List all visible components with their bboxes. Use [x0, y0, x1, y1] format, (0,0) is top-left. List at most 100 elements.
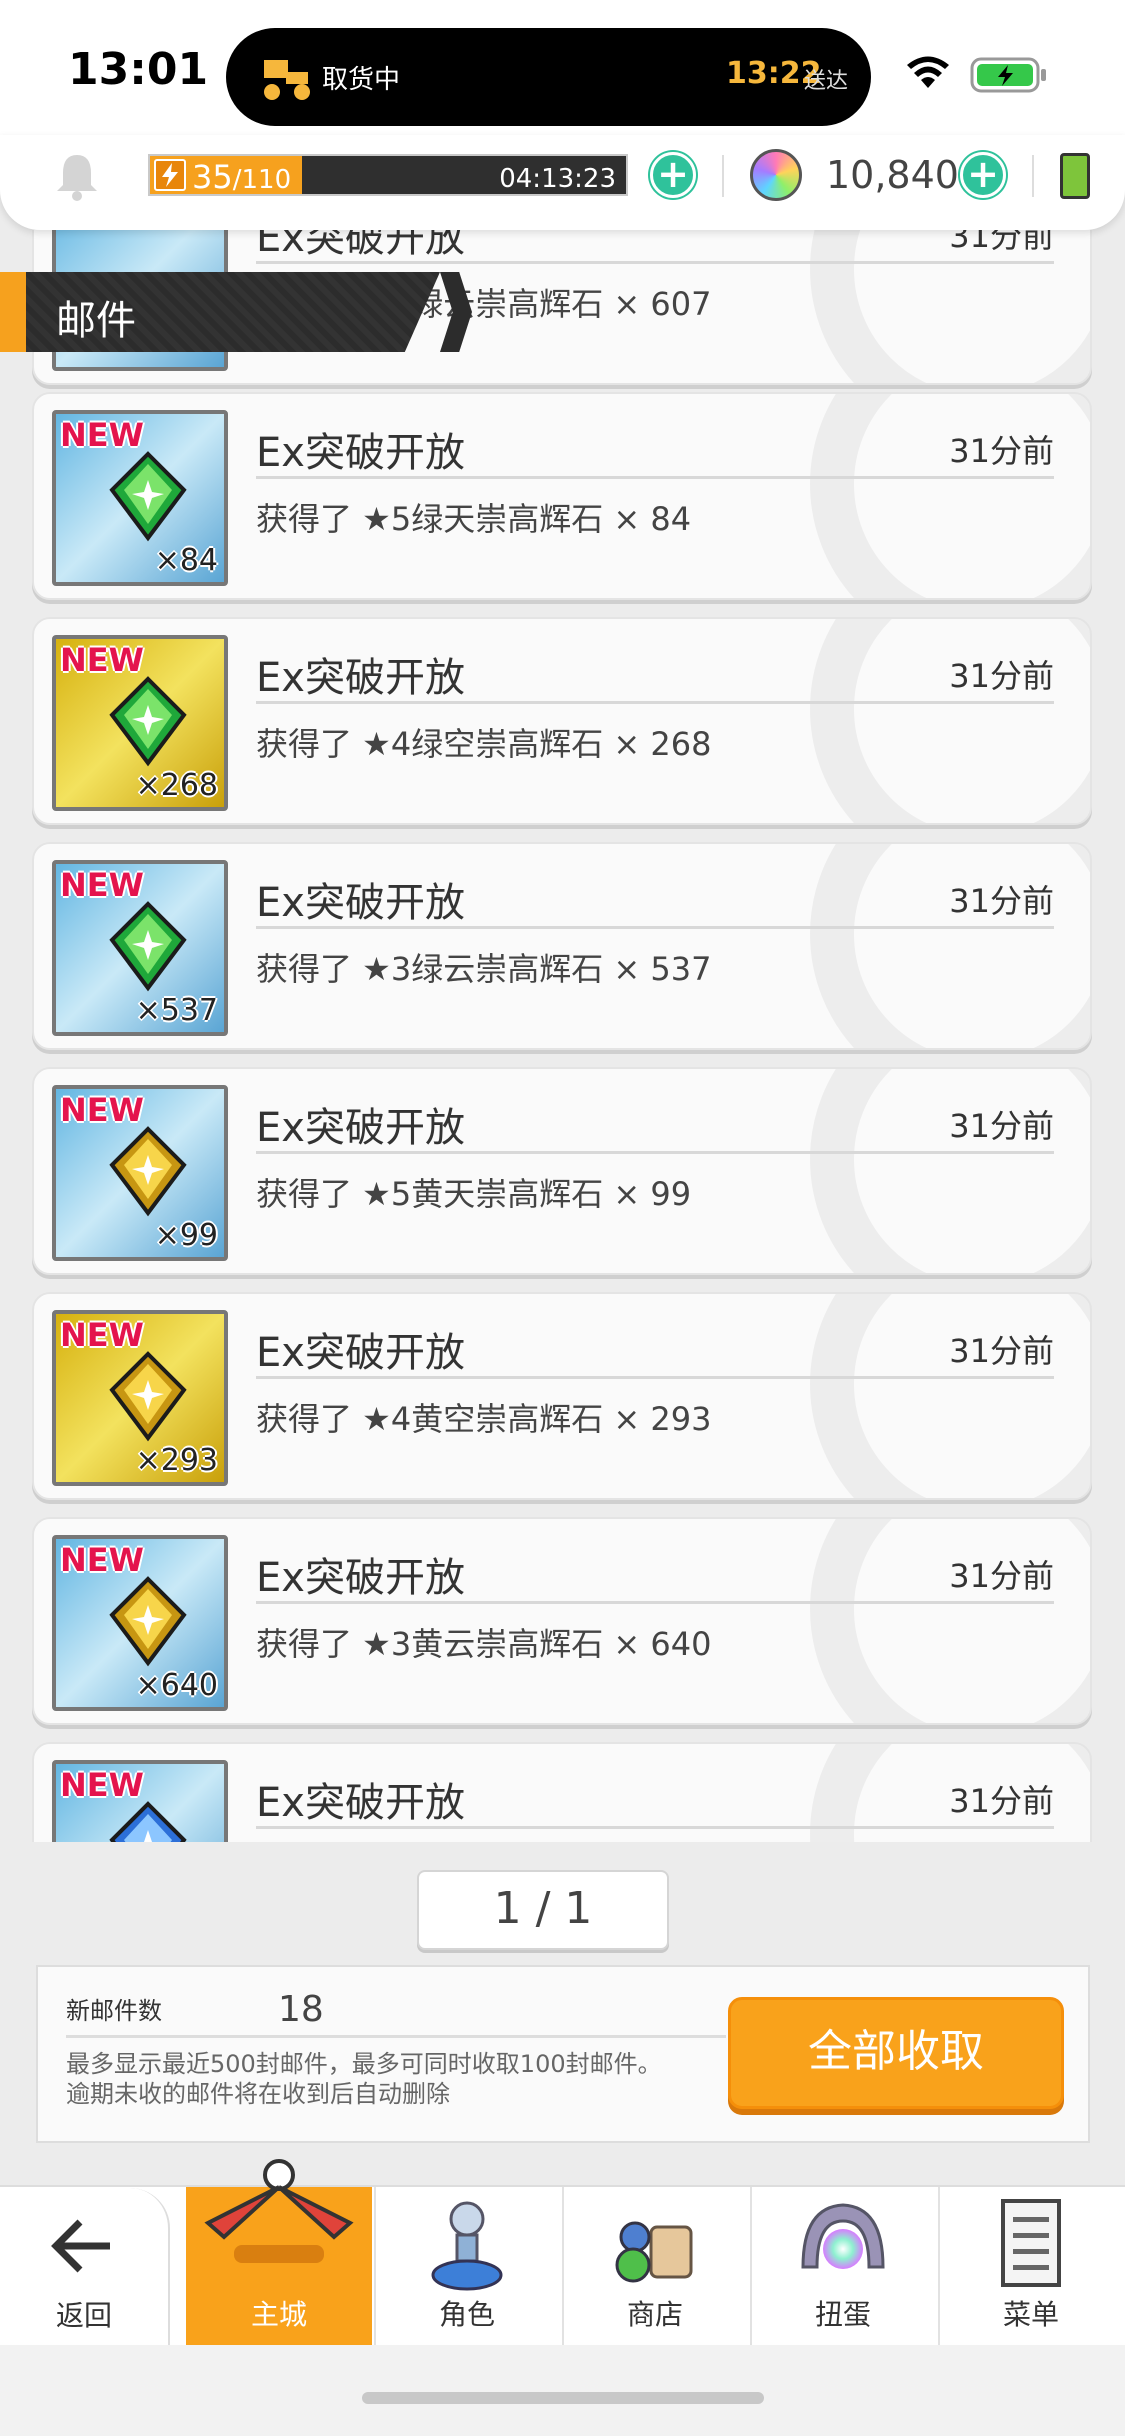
gem-icon	[750, 149, 802, 201]
divider	[256, 1826, 1054, 1829]
item-thumbnail: NEW ×293	[52, 1310, 228, 1486]
card-decoration	[810, 1069, 1090, 1273]
item-thumbnail: NEW ×640	[52, 1535, 228, 1711]
new-badge: NEW	[60, 1316, 144, 1354]
mail-body: 获得了 ★3黄云崇高辉石 × 640	[256, 1625, 712, 1663]
island-status-text: 取货中	[322, 65, 401, 95]
nav-menu[interactable]: 菜单	[938, 2187, 1124, 2347]
mail-subject: Ex突破开放	[256, 430, 465, 476]
home-indicator[interactable]	[362, 2392, 764, 2404]
gem-item-icon	[109, 451, 187, 542]
card-decoration	[810, 619, 1090, 823]
divider	[256, 476, 1054, 479]
new-badge: NEW	[60, 641, 144, 679]
gacha-orb-icon	[801, 2203, 885, 2269]
nav-shop-label: 商店	[626, 2298, 683, 2331]
castle-swords-icon	[204, 2159, 354, 2263]
nav-gacha[interactable]: 扭蛋	[750, 2187, 936, 2347]
island-eta-label: 送达	[804, 69, 849, 94]
divider	[722, 155, 724, 197]
divider	[256, 1601, 1054, 1604]
item-count: ×293	[135, 1443, 218, 1478]
item-count: ×640	[135, 1668, 218, 1703]
resource-bar: 35/110 04:13:23 + 10,840 +	[0, 135, 1125, 230]
gem-item-icon	[109, 1126, 187, 1217]
dynamic-island[interactable]: 取货中 13:22 送达	[226, 28, 871, 126]
mail-subject: Ex突破开放	[256, 655, 465, 701]
mail-item[interactable]: NEW ×84 Ex突破开放 31分前 获得了 ★5绿天崇高辉石 × 84	[32, 392, 1092, 600]
back-button[interactable]: 返回	[0, 2188, 170, 2348]
mail-item[interactable]: NEW ×99 Ex突破开放 31分前 获得了 ★5黄天崇高辉石 × 99	[32, 1067, 1092, 1275]
mail-body: 获得了 ★4绿空崇高辉石 × 268	[256, 725, 712, 763]
stamina-value: 35/110	[192, 158, 292, 196]
item-count: ×537	[135, 993, 218, 1028]
mail-item[interactable]: NEW ×293 Ex突破开放 31分前获得了 ★4黄空崇高辉石 × 293	[32, 1292, 1092, 1500]
mail-time: 31分前	[949, 432, 1054, 470]
card-decoration	[810, 1519, 1090, 1723]
item-thumbnail: NEW ×537	[52, 860, 228, 1036]
nav-shop[interactable]: 商店	[562, 2187, 748, 2347]
nav-home-label: 主城	[250, 2298, 307, 2331]
mail-item[interactable]: NEW ×268 Ex突破开放 31分前获得了 ★4绿空崇高辉石 × 268	[32, 617, 1092, 825]
mail-body: 获得了 ★5绿天崇高辉石 × 84	[256, 500, 692, 538]
mail-note: 最多显示最近500封邮件，最多可同时收取100封邮件。 逾期未收的邮件将在收到后…	[66, 2049, 746, 2109]
mail-time: 31分前	[949, 1107, 1054, 1145]
title-accent	[0, 272, 26, 352]
item-thumbnail: NEW ×99	[52, 1085, 228, 1261]
mail-subject: Ex突破开放	[256, 1330, 465, 1376]
battery-cell-icon[interactable]	[1060, 153, 1090, 199]
gem-item-icon	[109, 1801, 187, 1842]
gem-item-icon	[109, 1576, 187, 1667]
pagination[interactable]: 1 / 1	[417, 1870, 669, 1950]
mail-time: 31分前	[949, 657, 1054, 695]
add-stamina-button[interactable]: +	[650, 152, 696, 198]
item-count: ×84	[154, 543, 218, 578]
new-mail-count: 18	[278, 1989, 324, 2030]
mail-subject: Ex突破开放	[256, 1780, 465, 1826]
mail-info-panel: 新邮件数 18 最多显示最近500封邮件，最多可同时收取100封邮件。 逾期未收…	[36, 1965, 1090, 2143]
gem-item-icon	[109, 676, 187, 767]
nav-character[interactable]: 角色	[374, 2187, 560, 2347]
mail-body: 获得了 ★3绿云崇高辉石 × 537	[256, 950, 712, 988]
collect-all-button[interactable]: 全部收取	[728, 1997, 1064, 2109]
lightning-icon	[154, 159, 186, 191]
mail-body: 获得了 ★4黄空崇高辉石 × 293	[256, 1400, 712, 1438]
mail-time: 31分前	[949, 1332, 1054, 1370]
battery-icon	[970, 57, 1046, 93]
mail-subject: Ex突破开放	[256, 230, 465, 261]
shop-bag-icon	[615, 2221, 693, 2283]
add-gems-button[interactable]: +	[960, 152, 1006, 198]
mail-title-tab: 邮件	[0, 272, 440, 352]
divider	[1032, 155, 1034, 197]
back-label: 返回	[55, 2299, 112, 2332]
mail-list[interactable]: Ex突破开放 31分前 获得了 ★3绿云崇高辉石 × 607 NEW ×84 Ex突…	[0, 230, 1125, 1842]
nav-home[interactable]: 主城	[186, 2159, 372, 2347]
divider	[256, 1151, 1054, 1154]
card-decoration	[810, 844, 1090, 1048]
divider	[256, 926, 1054, 929]
divider	[256, 1376, 1054, 1379]
gem-item-icon	[109, 901, 187, 992]
mail-item[interactable]: NEW ×537 Ex突破开放 31分前 获得了 ★3绿云崇高辉石 × 537	[32, 842, 1092, 1050]
arrow-left-icon	[51, 2219, 110, 2273]
divider	[256, 261, 1054, 264]
mail-time: 31分前	[949, 882, 1054, 920]
mail-item[interactable]: NEW ×640 Ex突破开放 31分前 获得了 ★3黄云崇高辉石 × 640	[32, 1517, 1092, 1725]
bell-icon[interactable]	[55, 151, 99, 201]
wifi-icon	[907, 56, 949, 88]
new-badge: NEW	[60, 866, 144, 904]
mail-item[interactable]: NEW Ex突破开放 31分前	[32, 1742, 1092, 1842]
nav-character-label: 角色	[438, 2298, 495, 2331]
delivery-scooter-icon	[264, 60, 310, 100]
item-count: ×99	[154, 1218, 218, 1253]
note-line-1: 最多显示最近500封邮件，最多可同时收取100封邮件。	[66, 2050, 662, 2078]
mail-time: 31分前	[949, 230, 1054, 255]
character-icon	[431, 2201, 503, 2291]
divider	[66, 2035, 726, 2038]
item-thumbnail: NEW	[52, 1760, 228, 1842]
gem-count: 10,840	[826, 153, 959, 197]
menu-list-icon	[1001, 2199, 1061, 2287]
stamina-timer: 04:13:23	[499, 164, 616, 194]
mail-subject: Ex突破开放	[256, 1555, 465, 1601]
item-thumbnail: NEW ×268	[52, 635, 228, 811]
